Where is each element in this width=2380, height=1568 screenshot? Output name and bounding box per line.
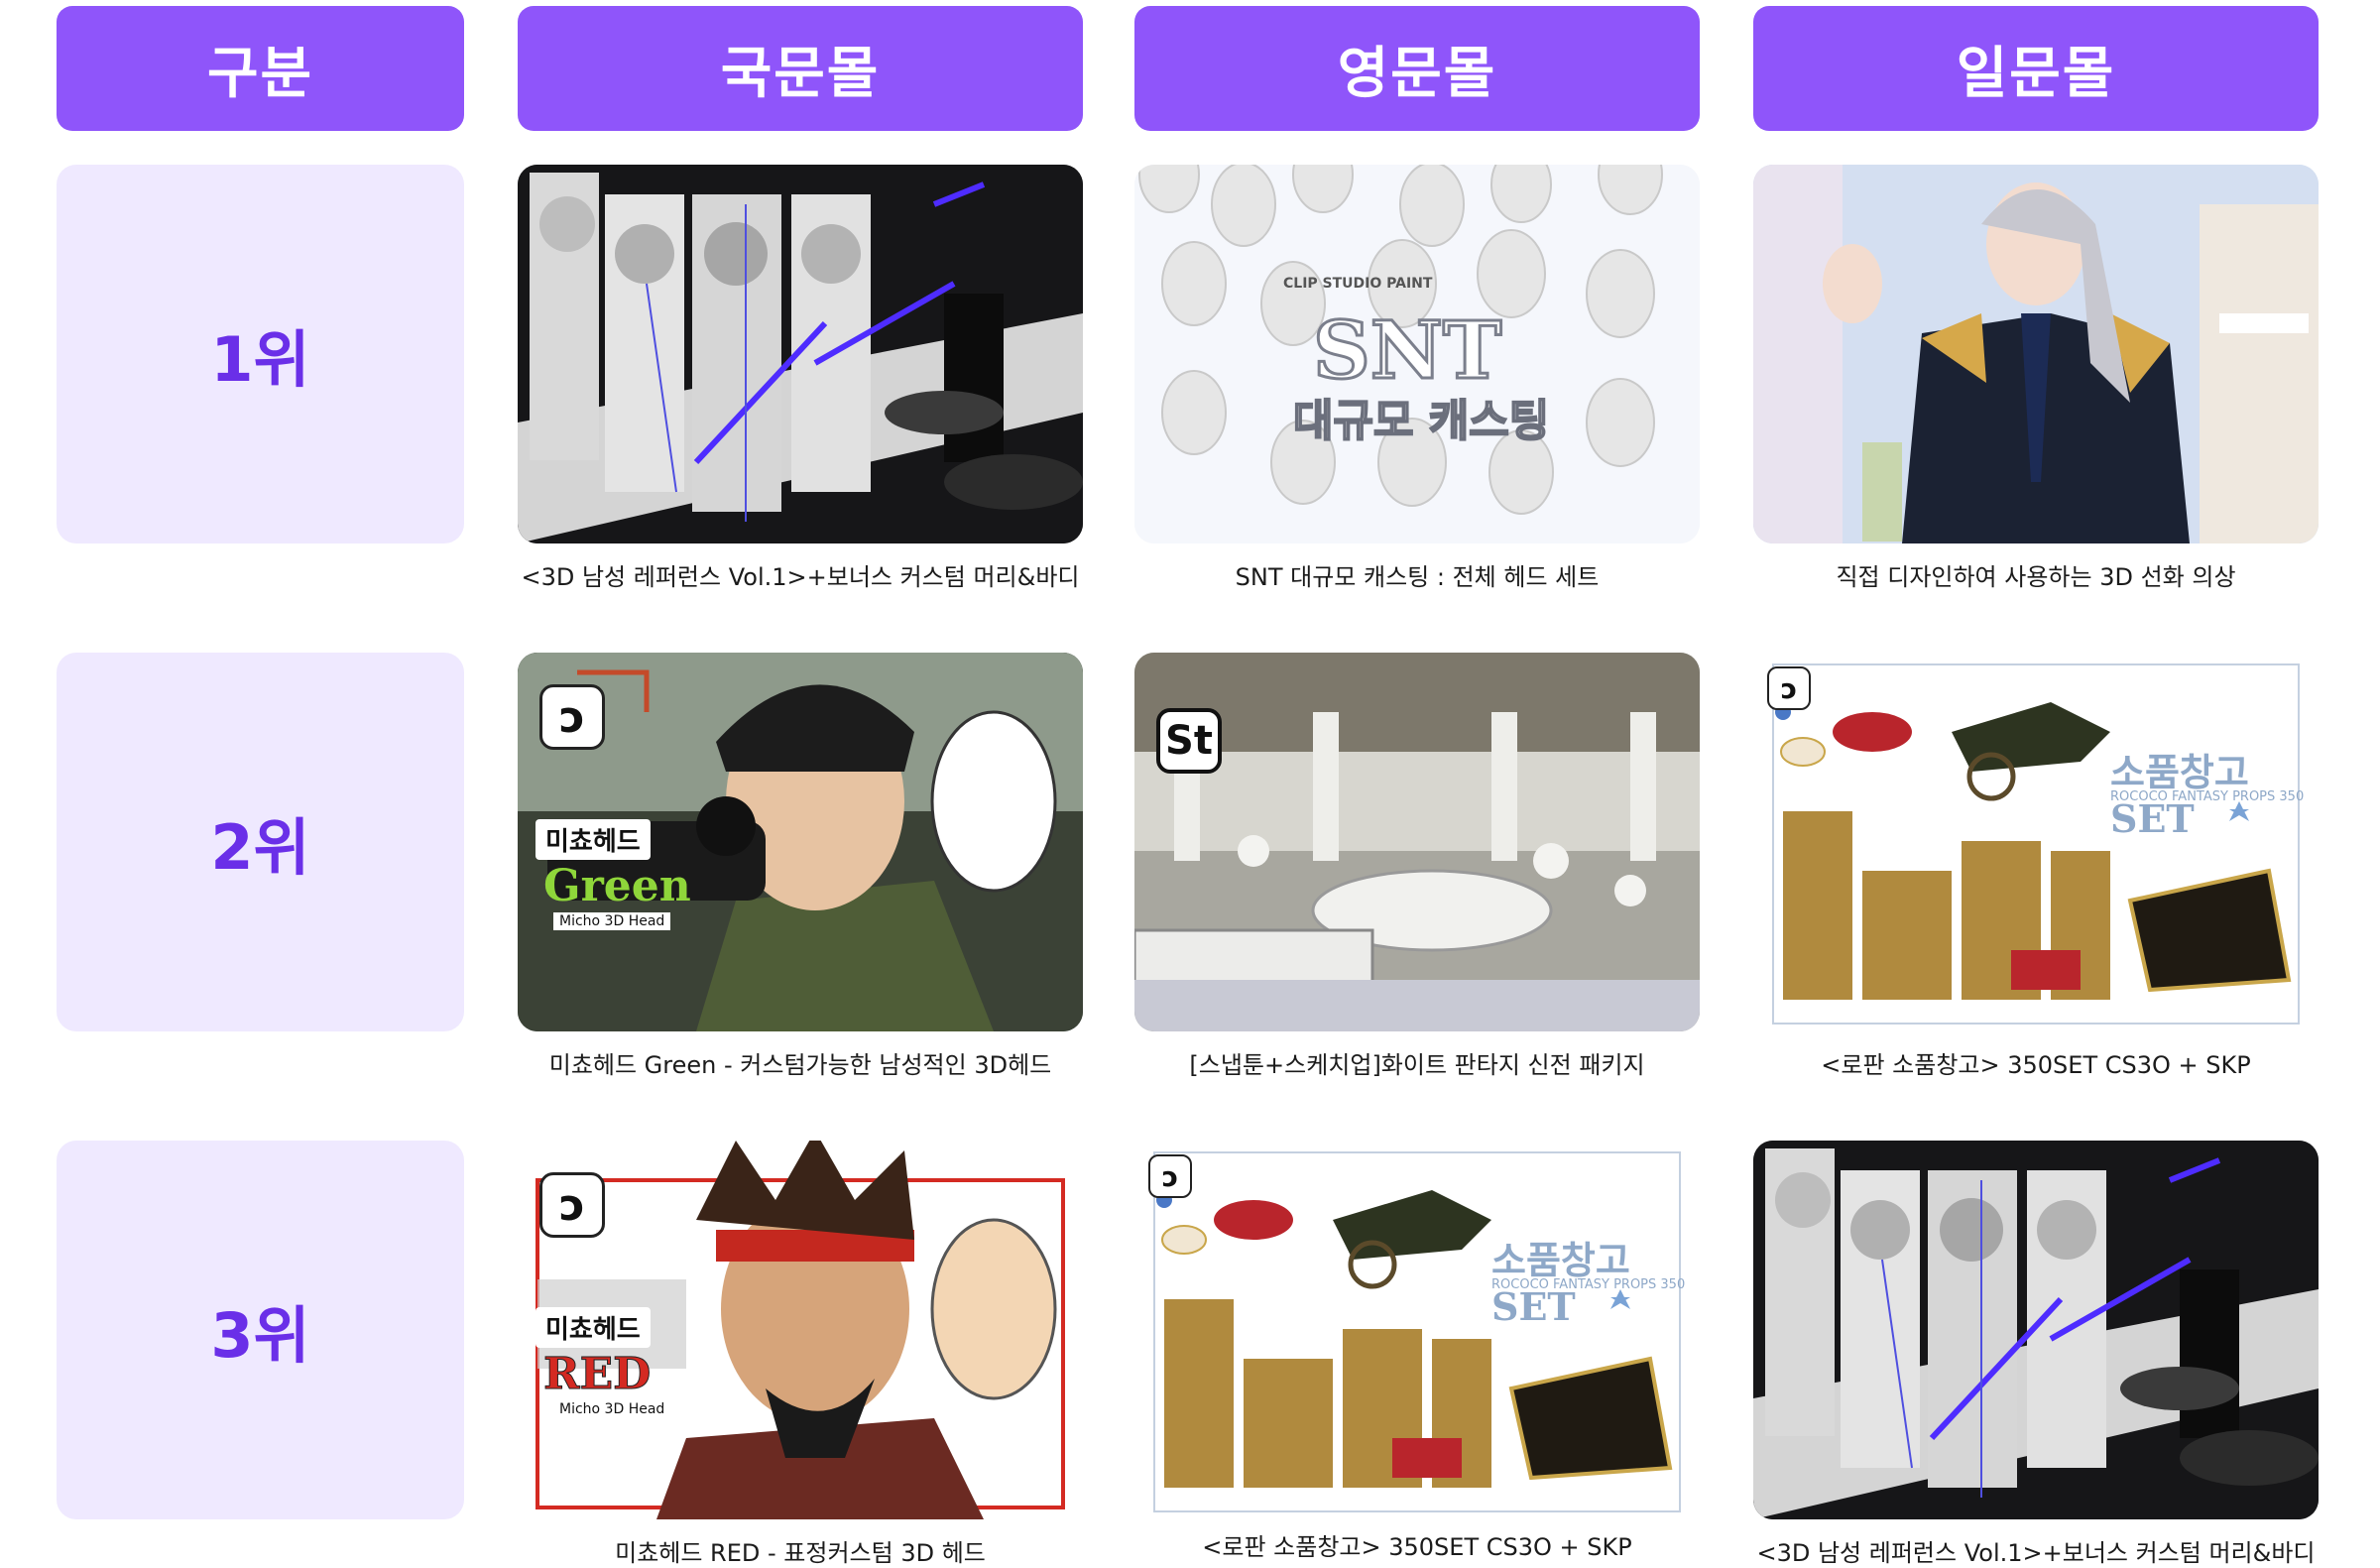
rank-1: 1위 — [57, 165, 464, 543]
product-thumbnail[interactable]: ↄ 소품창고SET ROCOCO FANTASY PROPS 350 — [1134, 1141, 1700, 1519]
product-thumbnail[interactable]: ↄ 소품창고SET ROCOCO FANTASY PROPS 350 — [1753, 653, 2319, 1031]
product-caption[interactable]: 미쵸헤드 Green - 커스텀가능한 남성적인 3D헤드 — [498, 1045, 1103, 1080]
header-japanese-mall: 일문몰 — [1753, 6, 2319, 131]
header-korean-mall: 국문몰 — [518, 6, 1083, 131]
rococo-props-art — [1134, 1141, 1700, 1519]
product-caption[interactable]: SNT 대규모 캐스팅 : 전체 헤드 세트 — [1115, 557, 1720, 592]
product-card[interactable]: <3D 남성 레퍼런스 Vol.1>+보너스 커스텀 머리&바디 — [1753, 1141, 2319, 1567]
product-thumbnail[interactable]: ↄ 미쵸헤드 Green Micho 3D Head — [518, 653, 1083, 1031]
product-thumbnail[interactable]: St — [1134, 653, 1700, 1031]
rank-3: 3위 — [57, 1141, 464, 1519]
product-caption[interactable]: [스냅툰+스케치업]화이트 판타지 신전 패키지 — [1115, 1045, 1720, 1080]
product-caption[interactable]: <3D 남성 레퍼런스 Vol.1>+보너스 커스텀 머리&바디 — [498, 557, 1103, 592]
product-caption[interactable]: 미쵸헤드 RED - 표정커스텀 3D 헤드 — [498, 1533, 1103, 1568]
product-caption[interactable]: <로판 소품창고> 350SET CS3O + SKP — [1733, 1045, 2338, 1080]
temple-interior-art — [1134, 653, 1700, 1031]
product-thumbnail[interactable] — [1753, 1141, 2319, 1519]
product-card[interactable]: ↄ 소품창고SET ROCOCO FANTASY PROPS 350 <로판 소… — [1134, 1141, 1700, 1561]
snaptoon-logo-icon: St — [1156, 708, 1222, 774]
micho-3d-head-sub: Micho 3D Head — [553, 1400, 671, 1418]
props-set-subtitle: ROCOCO FANTASY PROPS 350 — [2110, 789, 2305, 804]
red-word: RED — [542, 1349, 652, 1400]
product-card[interactable]: ↄ 미쵸헤드 Green Micho 3D Head 미쵸헤드 Green - … — [518, 653, 1083, 1079]
snt-title: SNT — [1311, 302, 1502, 399]
clip-studio-brand: CLIP STUDIO PAINT — [1283, 276, 1433, 292]
micho-head-chip: 미쵸헤드 — [536, 819, 651, 860]
micho-3d-head-sub: Micho 3D Head — [553, 912, 671, 930]
clip-studio-logo-icon: ↄ — [539, 684, 605, 750]
male-reference-art — [1753, 1141, 2319, 1519]
product-thumbnail[interactable] — [1753, 165, 2319, 543]
product-card[interactable]: CLIP STUDIO PAINT SNT 대규모 캐스팅 SNT 대규모 캐스… — [1134, 165, 1700, 591]
product-caption[interactable]: <3D 남성 레퍼런스 Vol.1>+보너스 커스텀 머리&바디 — [1733, 1533, 2338, 1568]
header-category: 구분 — [57, 6, 464, 131]
product-caption[interactable]: 직접 디자인하여 사용하는 3D 선화 의상 — [1733, 557, 2338, 592]
props-set-subtitle: ROCOCO FANTASY PROPS 350 — [1491, 1277, 1686, 1292]
product-card[interactable]: <3D 남성 레퍼런스 Vol.1>+보너스 커스텀 머리&바디 — [518, 165, 1083, 591]
micho-head-chip: 미쵸헤드 — [536, 1307, 651, 1348]
uniform-art — [1753, 165, 2319, 543]
male-reference-art — [518, 165, 1083, 543]
green-word: Green — [543, 861, 691, 911]
product-card[interactable]: St [스냅툰+스케치업]화이트 판타지 신전 패키지 — [1134, 653, 1700, 1079]
snt-subtitle: 대규모 캐스팅 — [1292, 395, 1550, 447]
rank-2: 2위 — [57, 653, 464, 1031]
clip-studio-logo-icon: ↄ — [539, 1172, 605, 1238]
product-thumbnail[interactable] — [518, 165, 1083, 543]
product-card[interactable]: 직접 디자인하여 사용하는 3D 선화 의상 — [1753, 165, 2319, 591]
product-card[interactable]: ↄ 미쵸헤드 RED Micho 3D Head 미쵸헤드 RED - 표정커스… — [518, 1141, 1083, 1567]
rococo-props-art — [1753, 653, 2319, 1031]
product-thumbnail[interactable]: CLIP STUDIO PAINT SNT 대규모 캐스팅 — [1134, 165, 1700, 543]
header-english-mall: 영문몰 — [1134, 6, 1700, 131]
clip-studio-logo-icon: ↄ — [1148, 1154, 1192, 1198]
product-caption[interactable]: <로판 소품창고> 350SET CS3O + SKP — [1115, 1527, 1720, 1562]
product-thumbnail[interactable]: ↄ 미쵸헤드 RED Micho 3D Head — [518, 1141, 1083, 1519]
clip-studio-logo-icon: ↄ — [1767, 666, 1811, 710]
product-card[interactable]: ↄ 소품창고SET ROCOCO FANTASY PROPS 350 <로판 소… — [1753, 653, 2319, 1079]
